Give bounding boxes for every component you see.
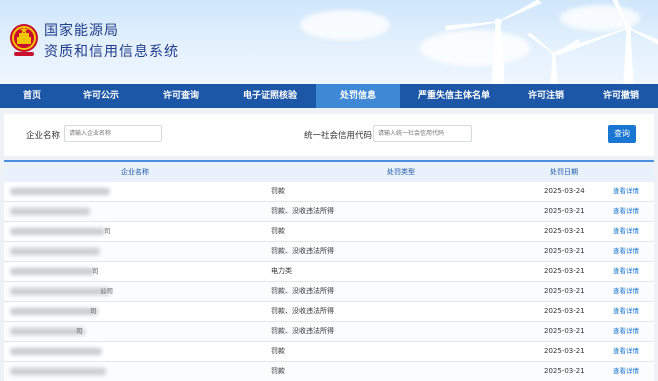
company-name-cell: 司 <box>4 302 266 321</box>
header-banner: 国家能源局 资质和信用信息系统 <box>0 0 658 84</box>
company-name-visible-part: 司 <box>90 307 97 315</box>
table-row: 司 罚款、没收违法所得 2025-03-21 查看详情 <box>4 302 654 322</box>
company-name-cell: 司 <box>4 322 266 341</box>
credit-code-input[interactable] <box>373 125 472 142</box>
view-details-link[interactable]: 查看详情 <box>613 302 639 321</box>
company-name-cell <box>4 202 266 221</box>
view-details-link[interactable]: 查看详情 <box>613 182 639 201</box>
page: 国家能源局 资质和信用信息系统 首页 许可公示 许可查询 电子证照核验 处罚信息… <box>0 0 658 381</box>
company-name-visible-part: 司 <box>92 267 99 275</box>
table-row: 公司 罚款、没收违法所得 2025-03-21 查看详情 <box>4 282 654 302</box>
view-details-link[interactable]: 查看详情 <box>613 362 639 381</box>
company-name-cell: 公司 <box>4 282 266 301</box>
view-details-link[interactable]: 查看详情 <box>613 242 639 261</box>
redacted-company-name <box>10 328 85 335</box>
table-row: 罚款、没收违法所得 2025-03-21 查看详情 <box>4 202 654 222</box>
penalty-date-cell: 2025-03-21 <box>544 327 585 335</box>
nav-item-home[interactable]: 首页 <box>0 84 64 108</box>
redacted-company-name <box>10 268 95 275</box>
redacted-company-name <box>10 208 90 215</box>
table-header: 企业名称 处罚类型 处罚日期 <box>4 162 654 182</box>
nav-item-license-publicity[interactable]: 许可公示 <box>64 84 138 108</box>
penalty-type-cell: 罚款 <box>271 347 285 355</box>
company-name-visible-part: 司 <box>104 227 111 235</box>
nav-item-dishonest-list[interactable]: 严重失信主体名单 <box>400 84 508 108</box>
table-row: 司 电力类 2025-03-21 查看详情 <box>4 262 654 282</box>
penalty-date-cell: 2025-03-21 <box>544 287 585 295</box>
company-name-cell: 司 <box>4 262 266 281</box>
penalty-type-cell: 电力类 <box>271 267 292 275</box>
query-button[interactable]: 查询 <box>608 125 636 143</box>
table-row: 罚款 2025-03-21 查看详情 <box>4 342 654 362</box>
penalty-type-cell: 罚款 <box>271 187 285 195</box>
penalty-type-cell: 罚款、没收违法所得 <box>271 327 334 335</box>
system-title-line1: 国家能源局 <box>44 23 119 39</box>
redacted-company-name <box>10 248 100 255</box>
table-row: 司 罚款、没收违法所得 2025-03-21 查看详情 <box>4 322 654 342</box>
nav-item-penalty-info[interactable]: 处罚信息 <box>316 84 400 108</box>
penalty-date-cell: 2025-03-21 <box>544 347 585 355</box>
company-name-visible-part: 司 <box>76 327 83 335</box>
penalty-date-cell: 2025-03-21 <box>544 307 585 315</box>
company-name-cell <box>4 242 266 261</box>
view-details-link[interactable]: 查看详情 <box>613 322 639 341</box>
penalty-type-cell: 罚款 <box>271 367 285 375</box>
company-name-cell <box>4 182 266 201</box>
credit-code-label: 统一社会信用代码 <box>304 131 373 141</box>
search-panel: 企业名称 统一社会信用代码 查询 <box>4 114 654 156</box>
table-row: 司 罚款 2025-03-21 查看详情 <box>4 222 654 242</box>
table-row: 罚款、没收违法所得 2025-03-21 查看详情 <box>4 242 654 262</box>
redacted-company-name <box>10 308 98 315</box>
redacted-company-name <box>10 228 105 235</box>
company-name-cell <box>4 342 266 361</box>
nav-item-license-query[interactable]: 许可查询 <box>138 84 224 108</box>
nav-item-license-revoke[interactable]: 许可撤销 <box>584 84 658 108</box>
cloud-decoration <box>300 10 390 40</box>
penalty-date-cell: 2025-03-21 <box>544 227 585 235</box>
nav-item-license-cancel[interactable]: 许可注销 <box>508 84 584 108</box>
table-body: 罚款 2025-03-24 查看详情 罚款、没收违法所得 2025-03-21 查看详情司… <box>4 182 654 381</box>
wind-turbine-icon <box>445 0 658 84</box>
penalty-date-cell: 2025-03-21 <box>544 267 585 275</box>
national-emblem-icon <box>10 24 38 56</box>
company-name-visible-part: 公司 <box>100 287 113 295</box>
penalty-type-cell: 罚款 <box>271 227 285 235</box>
penalty-date-cell: 2025-03-21 <box>544 247 585 255</box>
system-title-line2: 资质和信用信息系统 <box>44 44 179 60</box>
col-header-type: 处罚类型 <box>387 168 415 176</box>
penalty-type-cell: 罚款、没收违法所得 <box>271 207 334 215</box>
main-nav: 首页 许可公示 许可查询 电子证照核验 处罚信息 严重失信主体名单 许可注销 许… <box>0 84 658 108</box>
redacted-company-name <box>10 188 110 195</box>
view-details-link[interactable]: 查看详情 <box>613 222 639 241</box>
company-name-input[interactable] <box>64 125 162 142</box>
penalty-type-cell: 罚款、没收违法所得 <box>271 307 334 315</box>
penalty-table: 企业名称 处罚类型 处罚日期 罚款 2025-03-24 查看详情 罚款、没收违法所得… <box>4 160 654 381</box>
redacted-company-name <box>10 288 110 295</box>
penalty-date-cell: 2025-03-21 <box>544 367 585 375</box>
penalty-type-cell: 罚款、没收违法所得 <box>271 287 334 295</box>
table-row: 罚款 2025-03-21 查看详情 <box>4 362 654 381</box>
col-header-date: 处罚日期 <box>550 168 578 176</box>
company-name-label: 企业名称 <box>26 131 61 141</box>
penalty-date-cell: 2025-03-24 <box>544 187 585 195</box>
penalty-date-cell: 2025-03-21 <box>544 207 585 215</box>
redacted-company-name <box>10 368 106 375</box>
redacted-company-name <box>10 348 102 355</box>
view-details-link[interactable]: 查看详情 <box>613 202 639 221</box>
company-name-cell: 司 <box>4 222 266 241</box>
table-row: 罚款 2025-03-24 查看详情 <box>4 182 654 202</box>
view-details-link[interactable]: 查看详情 <box>613 342 639 361</box>
view-details-link[interactable]: 查看详情 <box>613 282 639 301</box>
penalty-type-cell: 罚款、没收违法所得 <box>271 247 334 255</box>
company-name-cell <box>4 362 266 381</box>
nav-item-e-cert-verify[interactable]: 电子证照核验 <box>224 84 316 108</box>
view-details-link[interactable]: 查看详情 <box>613 262 639 281</box>
col-header-company: 企业名称 <box>121 168 149 176</box>
